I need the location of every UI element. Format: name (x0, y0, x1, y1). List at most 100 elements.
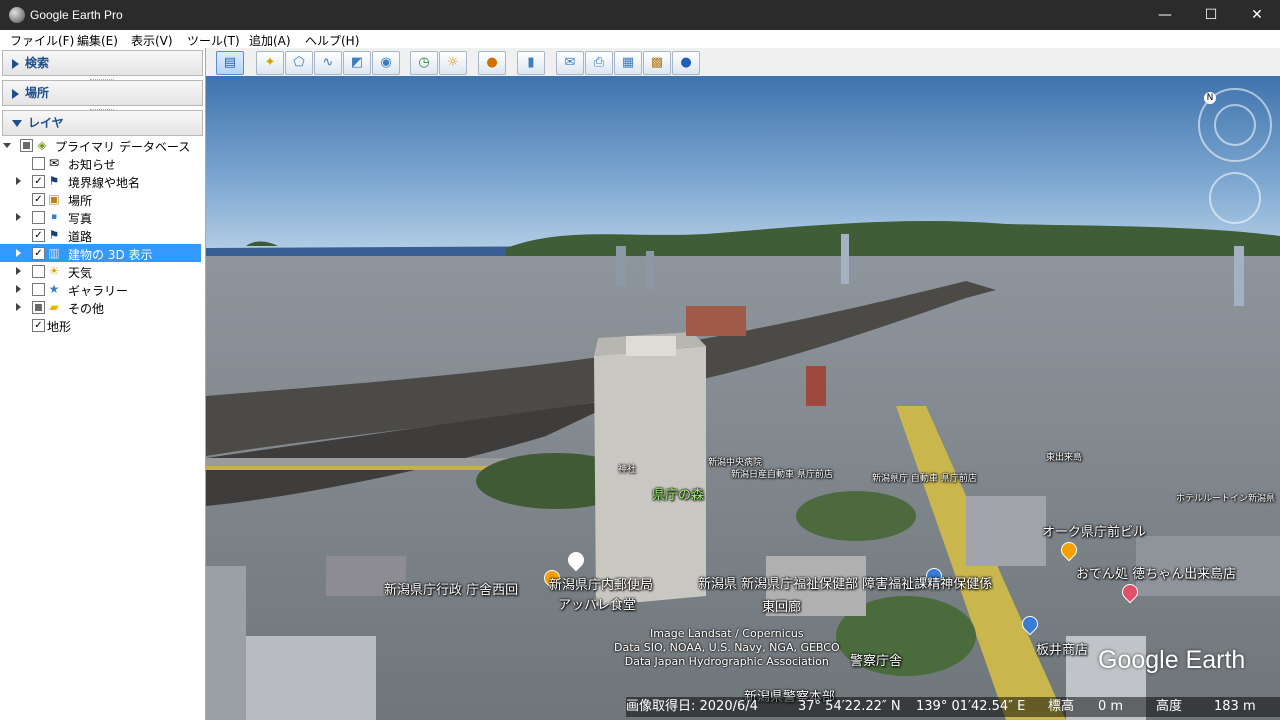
credit-line: Image Landsat / Copernicus (650, 627, 804, 640)
ruler-button[interactable]: ▮ (517, 51, 545, 75)
google-earth-app-icon (9, 7, 25, 23)
expand-arrow-icon (12, 58, 19, 69)
email-button[interactable]: ✉ (556, 51, 584, 75)
view-in-maps-button[interactable]: ▩ (643, 51, 671, 75)
layer-checkbox[interactable] (32, 157, 45, 170)
places-panel-label: 場所 (25, 86, 50, 100)
layer-item-photos[interactable]: ▪ 写真 (0, 208, 201, 226)
layer-checkbox[interactable]: ✓ (32, 229, 45, 242)
layer-item-borders[interactable]: ✓ ⚑ 境界線や地名 (0, 172, 201, 190)
sun-icon: ☀ (48, 264, 60, 278)
map-label: 新潟県庁行政 庁舎西回 (384, 583, 519, 598)
switch-planet-button[interactable]: ● (478, 51, 506, 75)
menu-edit[interactable]: 編集(E) (77, 32, 118, 49)
maps-icon: ▩ (650, 55, 664, 70)
minimize-button[interactable]: — (1142, 0, 1188, 30)
expand-arrow-icon[interactable] (16, 303, 21, 311)
move-joystick[interactable] (1209, 172, 1261, 224)
add-path-button[interactable]: ∿ (314, 51, 342, 75)
add-placemark-button[interactable]: ✦ (256, 51, 284, 75)
sidebar-toggle-button[interactable]: ▤ (216, 51, 244, 75)
expand-arrow-icon[interactable] (16, 285, 21, 293)
layer-item-roads[interactable]: ✓ ⚑ 道路 (0, 226, 201, 244)
expand-arrow-icon[interactable] (16, 213, 21, 221)
layer-item-weather[interactable]: ☀ 天気 (0, 262, 201, 280)
add-image-overlay-button[interactable]: ◩ (343, 51, 371, 75)
layer-item-terrain[interactable]: ✓ 地形 (0, 316, 201, 334)
expand-arrow-icon[interactable] (16, 177, 21, 185)
places-panel-header[interactable]: 場所 (2, 80, 203, 106)
layer-item-places[interactable]: ✓ ▣ 場所 (0, 190, 201, 208)
menu-file[interactable]: ファイル(F) (10, 32, 74, 49)
map-label: アッパレ食堂 (558, 598, 637, 613)
imagery-date: 画像取得日: 2020/6/4 (626, 699, 758, 714)
historical-imagery-icon: ◷ (418, 55, 430, 70)
map-label: 警察庁舎 (850, 654, 903, 669)
layer-checkbox[interactable] (32, 283, 45, 296)
earth-gallery-button[interactable]: ● (672, 51, 700, 75)
close-button[interactable]: ✕ (1234, 0, 1280, 30)
search-panel-header[interactable]: 検索 (2, 50, 203, 76)
eye-altitude-value: 183 m (1214, 699, 1256, 714)
search-panel-label: 検索 (25, 56, 50, 70)
map-label: 新潟県庁 自動車 県庁前店 (872, 474, 977, 484)
title-bar: Google Earth Pro — ☐ ✕ (0, 0, 1280, 30)
menu-help[interactable]: ヘルプ(H) (305, 32, 359, 49)
google-earth-logo: Google Earth (1098, 646, 1246, 674)
print-button[interactable]: ⎙ (585, 51, 613, 75)
root-checkbox[interactable] (20, 139, 33, 152)
add-polygon-button[interactable]: ⬠ (285, 51, 313, 75)
map-label: おでん処 徳ちゃん出来島店 (1076, 567, 1237, 582)
layer-checkbox[interactable]: ✓ (32, 175, 45, 188)
compass-north-icon[interactable]: N (1204, 92, 1216, 104)
menu-add[interactable]: 追加(A) (249, 32, 291, 49)
flag-icon: ⚑ (48, 174, 60, 188)
credit-line: Data SIO, NOAA, U.S. Navy, NGA, GEBCO (614, 641, 840, 654)
layer-item-more[interactable]: ▰ その他 (0, 298, 201, 316)
layers-panel-header[interactable]: レイヤ (2, 110, 203, 136)
layer-checkbox[interactable] (32, 211, 45, 224)
tree-root-label: プライマリ データベース (55, 140, 191, 154)
map-label: 神社 (618, 465, 637, 475)
map-label: 新潟県庁内郵便局 (549, 578, 654, 593)
layer-checkbox[interactable] (32, 301, 45, 314)
collapse-arrow-icon[interactable] (3, 143, 11, 148)
look-joystick-inner[interactable] (1214, 104, 1256, 146)
historical-imagery-button[interactable]: ◷ (410, 51, 438, 75)
print-icon: ⎙ (593, 55, 605, 70)
layer-checkbox[interactable]: ✓ (32, 319, 45, 332)
layer-item-notices[interactable]: ✉ お知らせ (0, 154, 201, 172)
expand-arrow-icon (12, 88, 19, 99)
tree-root-primary-database[interactable]: ◈ プライマリ データベース (0, 136, 201, 154)
map-label: 新潟日産自動車 県庁前店 (731, 470, 833, 480)
layer-item-gallery[interactable]: ★ ギャラリー (0, 280, 201, 298)
maximize-button[interactable]: ☐ (1188, 0, 1234, 30)
map-label: 東出来島 (1046, 453, 1083, 463)
menu-tools[interactable]: ツール(T) (187, 32, 240, 49)
elevation-value: 0 m (1098, 699, 1124, 714)
earth-scene (206, 76, 1280, 720)
expand-arrow-icon[interactable] (16, 267, 21, 275)
star-icon: ★ (48, 282, 60, 296)
map-label: オーク県庁前ビル (1042, 525, 1147, 540)
overlay-icon: ◩ (350, 55, 364, 70)
photo-icon: ▪ (50, 212, 58, 222)
expand-arrow-icon[interactable] (16, 249, 21, 257)
menu-bar: ファイル(F) 編集(E) 表示(V) ツール(T) 追加(A) ヘルプ(H) (0, 30, 1280, 49)
collapse-arrow-icon (12, 120, 22, 127)
menu-view[interactable]: 表示(V) (131, 32, 173, 49)
map-label: 新潟県 新潟県庁福祉保健部 障害福祉課精神保健係 (698, 577, 993, 592)
layer-item-3d-buildings[interactable]: ✓ ▥ 建物の 3D 表示 (0, 244, 201, 262)
record-tour-button[interactable]: ◉ (372, 51, 400, 75)
longitude: 139° 01′42.54″ E (916, 699, 1026, 714)
envelope-icon: ✉ (48, 156, 60, 170)
sunlight-button[interactable]: ☼ (439, 51, 467, 75)
map-label: 東回廊 (762, 600, 802, 615)
latitude: 37° 54′22.22″ N (798, 699, 901, 714)
polygon-icon: ⬠ (293, 55, 305, 70)
layer-checkbox[interactable] (32, 265, 45, 278)
save-image-button[interactable]: ▦ (614, 51, 642, 75)
earth-3d-view[interactable]: N 県庁の森 新潟県庁行政 庁舎西回 新潟県庁内郵便局 アッパレ食堂 東回廊 新… (206, 76, 1280, 720)
layer-checkbox[interactable]: ✓ (32, 193, 45, 206)
layer-checkbox[interactable]: ✓ (32, 247, 45, 260)
